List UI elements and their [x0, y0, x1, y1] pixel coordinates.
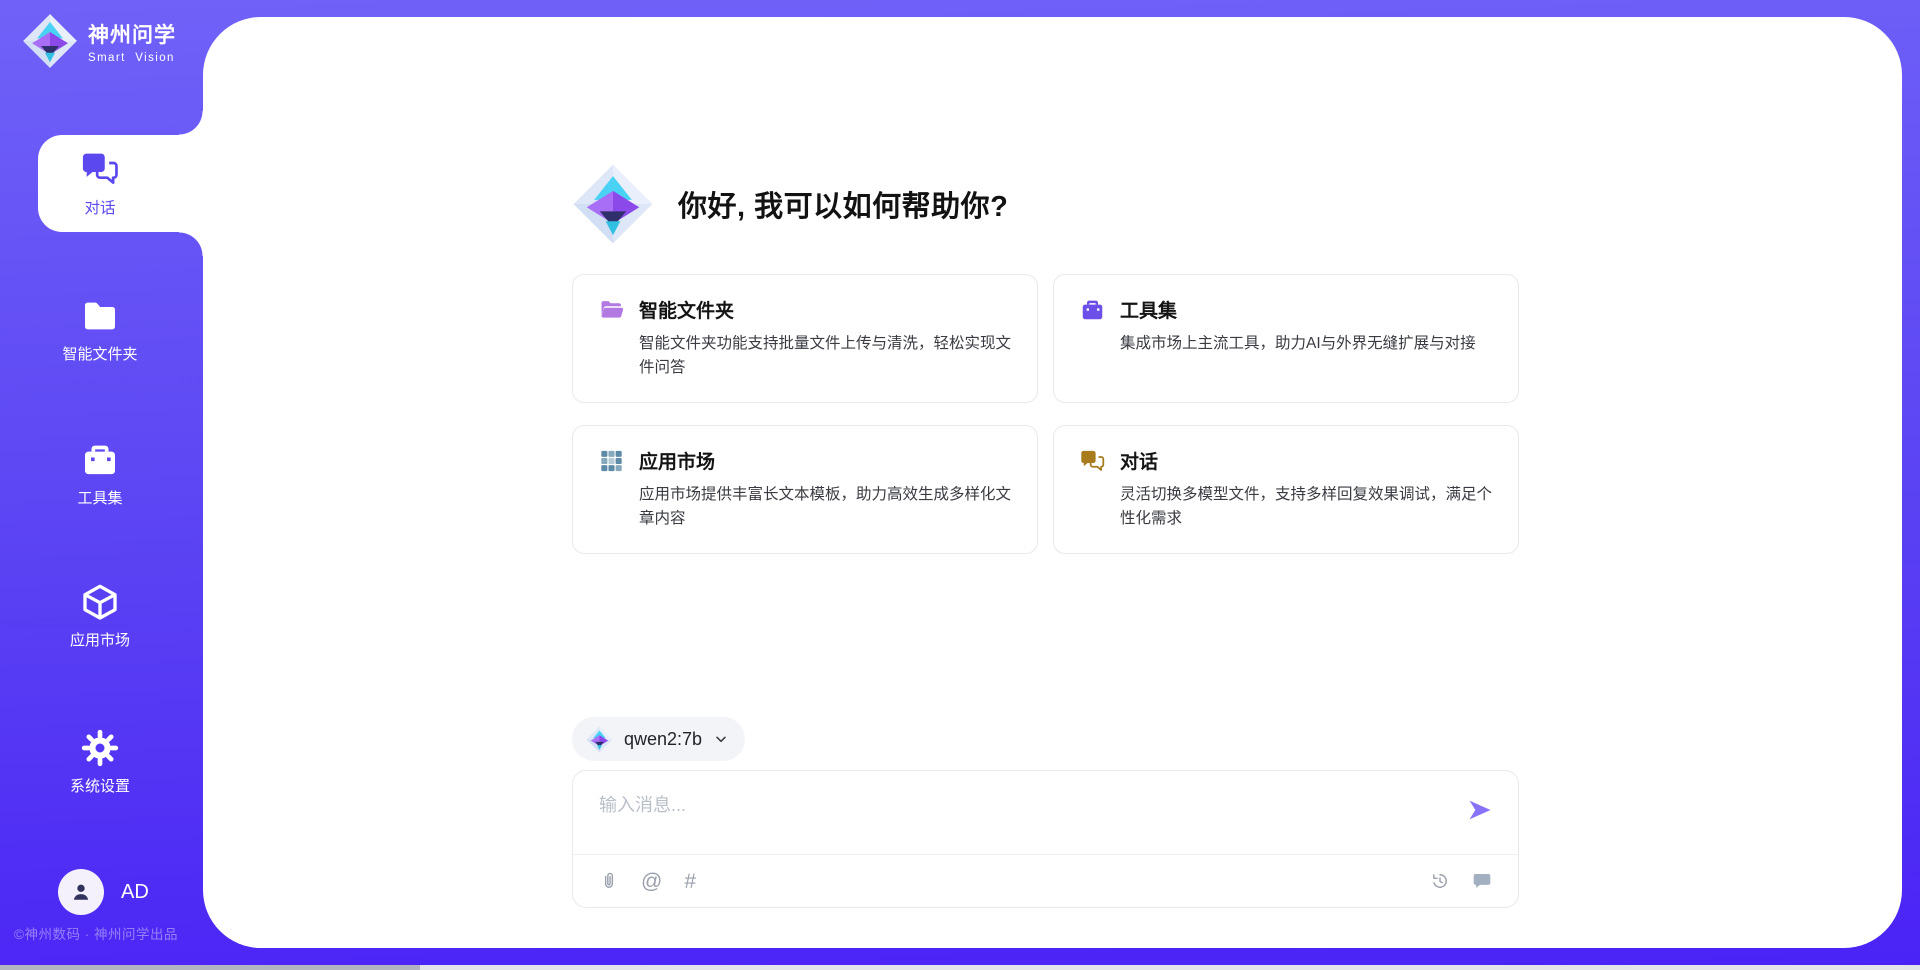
sidebar-item-label: 智能文件夹: [62, 343, 137, 364]
folder-open-icon: [598, 297, 625, 323]
chat-bubble-icon: [1472, 871, 1492, 891]
gear-icon: [80, 728, 120, 768]
message-input[interactable]: [599, 790, 1429, 820]
card-toolkit[interactable]: 工具集 集成市场上主流工具，助力AI与外界无缝扩展与对接: [1053, 274, 1519, 403]
folder-icon: [80, 296, 120, 336]
mention-button[interactable]: @: [641, 871, 662, 892]
card-header: 智能文件夹: [598, 296, 1012, 323]
topic-button[interactable]: #: [684, 871, 696, 892]
hash-icon: #: [684, 871, 696, 892]
sidebar-item-chat[interactable]: 对话: [38, 135, 210, 232]
sidebar-item-label: 对话: [84, 196, 115, 218]
brand: 神州问学 Smart Vision: [22, 13, 176, 69]
sidebar-item-toolkit[interactable]: 工具集: [0, 440, 200, 508]
main-content-panel: 你好, 我可以如何帮助你? 智能文件夹 智能文件夹功能支持批量文件上传与清洗，轻…: [203, 17, 1902, 948]
sidebar-item-label: 应用市场: [70, 629, 130, 650]
chat-icon: [1079, 448, 1106, 474]
card-header: 工具集: [1079, 296, 1493, 323]
paperclip-icon: [599, 871, 619, 891]
sidebar-item-smart-folder[interactable]: 智能文件夹: [0, 296, 200, 364]
card-description: 灵活切换多模型文件，支持多样回复效果调试，满足个性化需求: [1120, 483, 1493, 531]
send-icon: [1466, 796, 1494, 824]
history-button[interactable]: [1430, 871, 1450, 891]
chevron-down-icon: [713, 731, 729, 747]
horizontal-scrollbar-thumb[interactable]: [0, 965, 420, 970]
chat-icon: [79, 150, 121, 188]
user-account[interactable]: AD: [58, 869, 149, 915]
model-name: qwen2:7b: [624, 729, 702, 750]
history-icon: [1430, 871, 1450, 891]
grid-icon: [598, 448, 625, 474]
toolbox-icon: [80, 440, 120, 480]
person-icon: [68, 879, 94, 905]
greeting-title: 你好, 我可以如何帮助你?: [678, 183, 1008, 225]
card-title: 对话: [1120, 447, 1158, 474]
sidebar-item-label: 工具集: [77, 487, 122, 508]
toolbar-left: @ #: [599, 871, 696, 892]
card-app-market[interactable]: 应用市场 应用市场提供丰富长文本模板，助力高效生成多样化文章内容: [572, 425, 1038, 554]
sidebar-item-label: 系统设置: [70, 775, 130, 796]
horizontal-scrollbar[interactable]: [0, 965, 1920, 970]
sidebar-item-app-market[interactable]: 应用市场: [0, 582, 200, 650]
send-button[interactable]: [1466, 796, 1494, 824]
card-title: 智能文件夹: [639, 296, 734, 323]
gem-logo-icon: [22, 13, 78, 69]
brand-name: 神州问学: [88, 19, 176, 49]
card-header: 应用市场: [598, 447, 1012, 474]
model-selector[interactable]: qwen2:7b: [572, 717, 745, 761]
new-chat-button[interactable]: [1472, 871, 1492, 891]
toolbar-right: [1430, 871, 1492, 891]
tab-fillet-bottom: [179, 232, 203, 256]
gem-icon: [572, 163, 654, 245]
card-description: 集成市场上主流工具，助力AI与外界无缝扩展与对接: [1120, 332, 1493, 356]
at-icon: @: [641, 871, 662, 892]
card-chat[interactable]: 对话 灵活切换多模型文件，支持多样回复效果调试，满足个性化需求: [1053, 425, 1519, 554]
card-header: 对话: [1079, 447, 1493, 474]
card-smart-folder[interactable]: 智能文件夹 智能文件夹功能支持批量文件上传与清洗，轻松实现文件问答: [572, 274, 1038, 403]
greeting: 你好, 我可以如何帮助你?: [572, 163, 1008, 245]
card-description: 智能文件夹功能支持批量文件上传与清洗，轻松实现文件问答: [639, 332, 1012, 380]
sidebar-footer: ©神州数码 · 神州问学出品: [14, 923, 178, 943]
card-title: 工具集: [1120, 296, 1177, 323]
tab-fillet-top: [179, 111, 203, 135]
feature-cards: 智能文件夹 智能文件夹功能支持批量文件上传与清洗，轻松实现文件问答 工具集 集成…: [572, 274, 1519, 554]
cube-icon: [80, 582, 120, 622]
message-composer: @ #: [572, 770, 1519, 908]
sidebar-item-settings[interactable]: 系统设置: [0, 728, 200, 796]
brand-text: 神州问学 Smart Vision: [88, 19, 176, 64]
attach-file-button[interactable]: [599, 871, 619, 891]
composer-toolbar: @ #: [573, 855, 1518, 907]
user-name: AD: [121, 881, 149, 904]
toolbox-icon: [1079, 297, 1106, 323]
card-description: 应用市场提供丰富长文本模板，助力高效生成多样化文章内容: [639, 483, 1012, 531]
avatar: [58, 869, 104, 915]
card-title: 应用市场: [639, 447, 715, 474]
brand-subtitle: Smart Vision: [88, 52, 176, 64]
gem-icon: [586, 726, 613, 753]
